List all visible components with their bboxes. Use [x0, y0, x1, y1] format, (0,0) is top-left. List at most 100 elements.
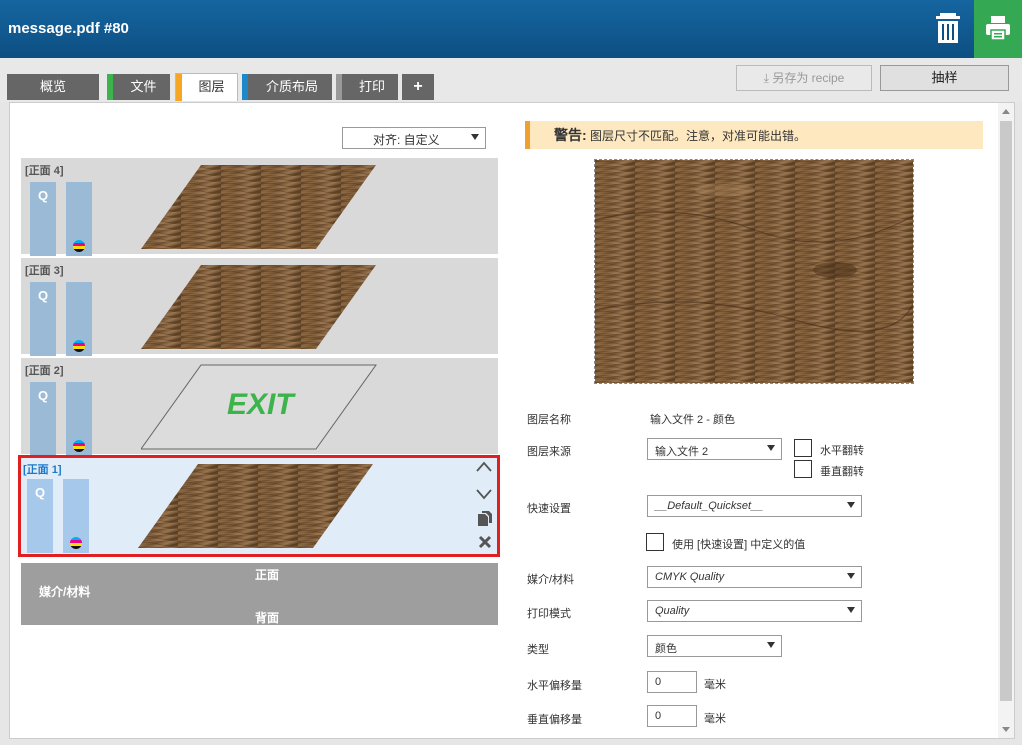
chevron-down-icon: [471, 134, 479, 140]
tab-color-stripe: [176, 74, 182, 101]
tab-media-layout[interactable]: 介质布局: [242, 74, 332, 100]
layer-preview: [594, 159, 914, 384]
chevron-down-icon: [847, 607, 855, 613]
align-value: 对齐: 自定义: [373, 133, 440, 147]
quality-column: Q: [30, 282, 56, 356]
layer-item[interactable]: [正面 4] Q: [21, 158, 498, 256]
cmyk-icon: [70, 537, 82, 549]
layer-item[interactable]: [正面 3] Q: [21, 258, 498, 356]
quickset-value: __Default_Quickset__: [655, 500, 764, 512]
media-bar: 正面 媒介/材料 背面: [21, 563, 498, 625]
align-dropdown[interactable]: 对齐: 自定义: [342, 127, 486, 149]
tab-color-stripe: [336, 74, 342, 100]
tab-color-stripe: [242, 74, 248, 100]
tab-label: 文件: [130, 79, 157, 94]
color-column: [63, 479, 89, 553]
tab-label: 图层: [198, 79, 225, 94]
cmyk-icon: [73, 240, 85, 252]
add-tab-button[interactable]: +: [402, 74, 434, 100]
layer-name: [正面 3]: [25, 265, 64, 277]
print-mode-dropdown[interactable]: Quality: [647, 600, 862, 622]
move-up-icon[interactable]: [476, 461, 492, 473]
flip-vertical-label: 垂直翻转: [820, 466, 864, 478]
print-mode-value: Quality: [655, 605, 690, 617]
move-down-icon[interactable]: [476, 488, 492, 500]
title-bar: message.pdf #80: [0, 0, 1022, 58]
chevron-down-icon: [767, 642, 775, 648]
layer-source-dropdown[interactable]: 输入文件 2: [647, 438, 782, 460]
save-recipe-label: 另存为 recipe: [772, 71, 845, 85]
quickset-dropdown[interactable]: __Default_Quickset__: [647, 495, 862, 517]
type-value: 颜色: [655, 643, 677, 655]
layer-item[interactable]: [正面 2] Q EXIT: [21, 358, 498, 456]
print-mode-label: 打印模式: [527, 608, 571, 620]
download-icon: ⤓: [763, 71, 769, 85]
horizontal-offset-label: 水平偏移量: [527, 680, 582, 692]
horizontal-offset-unit: 毫米: [704, 679, 726, 691]
front-label: 正面: [255, 568, 280, 582]
quality-column: Q: [30, 182, 56, 256]
flip-horizontal-label: 水平翻转: [820, 445, 864, 457]
layer-item-selected[interactable]: [正面 1] Q: [18, 455, 500, 557]
vertical-offset-input[interactable]: 0: [647, 705, 697, 727]
tab-overview[interactable]: 概览: [7, 74, 99, 100]
layer-thumbnail: [141, 265, 376, 349]
type-dropdown[interactable]: 颜色: [647, 635, 782, 657]
layer-source-label: 图层来源: [527, 446, 571, 458]
tab-bar: 概览 文件 图层 介质布局 打印 + ⤓ 另存为 recipe 抽样: [0, 58, 1022, 102]
plus-icon: +: [413, 78, 423, 95]
scroll-up-icon[interactable]: [1002, 109, 1010, 114]
tab-color-stripe: [107, 74, 113, 100]
tab-files[interactable]: 文件: [107, 74, 170, 100]
exit-sign-text: EXIT: [227, 388, 294, 421]
warning-label: 警告:: [554, 127, 587, 143]
color-column: [66, 382, 92, 456]
duplicate-icon[interactable]: [477, 511, 493, 527]
printer-icon: [986, 16, 1010, 41]
save-recipe-button[interactable]: ⤓ 另存为 recipe: [736, 65, 872, 91]
print-button[interactable]: [974, 0, 1022, 58]
layer-thumbnail: [138, 464, 373, 548]
horizontal-offset-input[interactable]: 0: [647, 671, 697, 693]
quality-column: Q: [30, 382, 56, 456]
layer-source-value: 输入文件 2: [655, 446, 709, 458]
delete-layer-icon[interactable]: [478, 535, 492, 549]
scrollbar[interactable]: [998, 103, 1014, 738]
cmyk-icon: [73, 440, 85, 452]
use-quickset-checkbox[interactable]: [646, 533, 664, 551]
cmyk-icon: [73, 340, 85, 352]
use-quickset-label: 使用 [快速设置] 中定义的值: [672, 539, 806, 551]
layer-name-value: 输入文件 2 - 颜色: [650, 414, 735, 426]
vertical-offset-unit: 毫米: [704, 713, 726, 725]
layers-panel: 对齐: 自定义 [正面 4] Q [正面 3] Q [正面 2] Q EXIT …: [9, 102, 1015, 739]
window-title: message.pdf #80: [8, 20, 129, 37]
vertical-offset-label: 垂直偏移量: [527, 714, 582, 726]
back-label: 背面: [255, 611, 280, 625]
chevron-down-icon: [767, 445, 775, 451]
trash-icon[interactable]: [934, 12, 962, 44]
tab-label: 概览: [39, 79, 66, 94]
scrollbar-thumb[interactable]: [1000, 121, 1012, 701]
quickset-label: 快速设置: [527, 503, 571, 515]
media-material-value: CMYK Quality: [655, 571, 725, 583]
scroll-down-icon[interactable]: [1002, 727, 1010, 732]
media-label: 媒介/材料: [39, 585, 91, 599]
color-column: [66, 282, 92, 356]
media-material-dropdown[interactable]: CMYK Quality: [647, 566, 862, 588]
warning-text: 图层尺寸不匹配。注意，对准可能出错。: [586, 129, 807, 143]
type-label: 类型: [527, 644, 549, 656]
tab-layers[interactable]: 图层: [175, 73, 238, 101]
flip-vertical-checkbox[interactable]: [794, 460, 812, 478]
tab-label: 介质布局: [265, 79, 318, 94]
layer-name-label: 图层名称: [527, 414, 571, 426]
media-material-label: 媒介/材料: [527, 574, 575, 586]
tab-print[interactable]: 打印: [336, 74, 398, 100]
layer-name: [正面 1]: [23, 464, 62, 476]
color-column: [66, 182, 92, 256]
flip-horizontal-checkbox[interactable]: [794, 439, 812, 457]
layer-name: [正面 2]: [25, 365, 64, 377]
layer-name: [正面 4]: [25, 165, 64, 177]
tab-label: 打印: [358, 79, 385, 94]
warning-banner: 警告: 图层尺寸不匹配。注意，对准可能出错。: [525, 121, 983, 149]
sample-button[interactable]: 抽样: [880, 65, 1009, 91]
